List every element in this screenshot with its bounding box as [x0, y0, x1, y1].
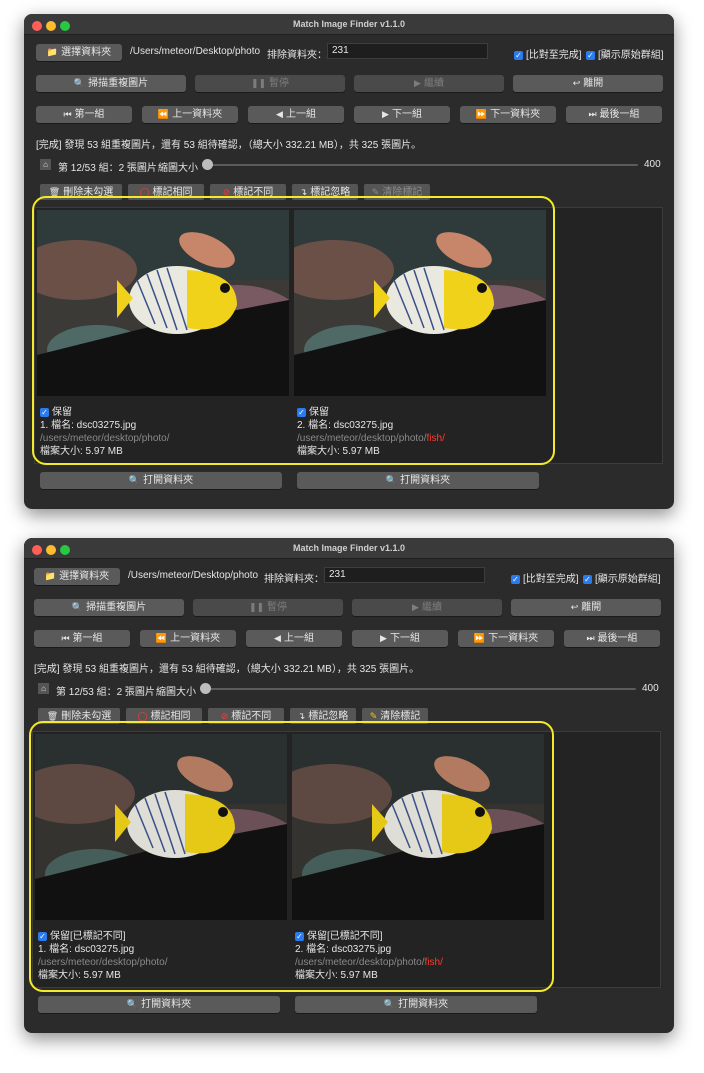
folder-icon: 📁 — [46, 47, 59, 57]
checkmark-icon: ✓ — [514, 50, 523, 60]
zoom-value: 400 — [644, 159, 661, 170]
skip-first-icon: ⏮ — [63, 109, 72, 119]
prev-group-button[interactable]: ◀ 上一組 — [246, 630, 342, 647]
zoom-window-button[interactable] — [60, 545, 70, 555]
choose-folder-button[interactable]: 📁 選擇資料夾 — [34, 568, 120, 585]
highlight-frame-bottom — [29, 721, 554, 992]
group-info: 第 12/53 組：2 張圖片 — [56, 687, 155, 698]
eraser-icon: ✎ — [369, 711, 378, 721]
circle-icon: ◯ — [137, 711, 148, 721]
next-icon: ▶ — [380, 633, 387, 643]
title-bar: Match Image Finder v1.1.0 — [24, 538, 674, 559]
fast-forward-icon: ⏩ — [473, 633, 486, 643]
checkmark-icon: ✓ — [511, 574, 520, 584]
window-controls — [32, 19, 74, 39]
window-title: Match Image Finder v1.1.0 — [292, 19, 406, 29]
group-info: 第 12/53 組：2 張圖片 — [58, 163, 157, 174]
resume-button[interactable]: ▶ 繼續 — [354, 75, 504, 92]
play-icon: ▶ — [414, 78, 421, 88]
magnifier-icon: 🔍 — [383, 999, 396, 1009]
open-folder-button-2[interactable]: 🔍 打開資料夾 — [297, 472, 539, 489]
title-bar: Match Image Finder v1.1.0 — [24, 14, 674, 35]
scan-button[interactable]: 🔍 掃描重複圖片 — [36, 75, 186, 92]
show-original-checkbox[interactable]: ✓ [顯示原始群組] — [586, 46, 664, 61]
prev-group-button[interactable]: ◀ 上一組 — [248, 106, 344, 123]
next-folder-button[interactable]: ⏩ 下一資料夾 — [458, 630, 554, 647]
prev-folder-button[interactable]: ⏪ 上一資料夾 — [142, 106, 238, 123]
folder-path: /Users/meteor/Desktop/photo — [128, 570, 259, 581]
magnifier-icon: 🔍 — [73, 78, 86, 88]
minimize-window-button[interactable] — [46, 545, 56, 555]
exclude-label: 排除資料夾： — [264, 574, 324, 585]
play-icon: ▶ — [412, 602, 419, 612]
zoom-label: 縮圖大小 — [158, 163, 198, 174]
folder-path: /Users/meteor/Desktop/photo — [130, 46, 261, 57]
exit-icon: ↩ — [570, 602, 579, 612]
trash-icon: 🗑 — [46, 711, 59, 721]
prev-folder-button[interactable]: ⏪ 上一資料夾 — [140, 630, 236, 647]
prev-icon: ◀ — [276, 109, 283, 119]
compare-done-checkbox[interactable]: ✓ [比對至完成] — [514, 46, 582, 61]
close-window-button[interactable] — [32, 21, 42, 31]
folder-icon: 📁 — [44, 571, 57, 581]
choose-folder-button[interactable]: 📁 選擇資料夾 — [36, 44, 122, 61]
rewind-icon: ⏪ — [155, 633, 168, 643]
open-folder-button-1[interactable]: 🔍 打開資料夾 — [38, 996, 280, 1013]
magnifier-icon: 🔍 — [128, 475, 141, 485]
prev-icon: ◀ — [274, 633, 281, 643]
skip-last-icon: ⏭ — [588, 109, 597, 119]
home-icon[interactable]: ⌂ — [38, 683, 49, 694]
zoom-slider-knob[interactable] — [202, 159, 213, 170]
pause-button[interactable]: ❚❚ 暫停 — [193, 599, 343, 616]
exclude-folder-input[interactable]: 231 — [327, 43, 488, 59]
window-controls — [32, 543, 74, 563]
prohibited-icon: ⊘ — [220, 711, 229, 721]
rewind-icon: ⏪ — [157, 109, 170, 119]
next-icon: ▶ — [382, 109, 389, 119]
first-group-button[interactable]: ⏮ 第一組 — [36, 106, 132, 123]
skip-first-icon: ⏮ — [61, 633, 70, 643]
magnifier-icon: 🔍 — [71, 602, 84, 612]
checkmark-icon: ✓ — [583, 574, 592, 584]
zoom-value: 400 — [642, 683, 659, 694]
zoom-slider[interactable] — [202, 688, 636, 690]
first-group-button[interactable]: ⏮ 第一組 — [34, 630, 130, 647]
status-text: [完成] 發現 53 組重複圖片，還有 53 組待確認，（總大小 332.21 … — [34, 664, 420, 675]
magnifier-icon: 🔍 — [385, 475, 398, 485]
open-folder-button-1[interactable]: 🔍 打開資料夾 — [40, 472, 282, 489]
last-group-button[interactable]: ⏭ 最後一組 — [566, 106, 662, 123]
zoom-label: 縮圖大小 — [156, 687, 196, 698]
scan-button[interactable]: 🔍 掃描重複圖片 — [34, 599, 184, 616]
exclude-folder-input[interactable]: 231 — [324, 567, 485, 583]
magnifier-icon: 🔍 — [126, 999, 139, 1009]
next-group-button[interactable]: ▶ 下一組 — [352, 630, 448, 647]
leave-button[interactable]: ↩ 離開 — [511, 599, 661, 616]
zoom-slider[interactable] — [204, 164, 638, 166]
minimize-window-button[interactable] — [46, 21, 56, 31]
last-group-button[interactable]: ⏭ 最後一組 — [564, 630, 660, 647]
pause-icon: ❚❚ — [248, 602, 265, 612]
close-window-button[interactable] — [32, 545, 42, 555]
skip-last-icon: ⏭ — [586, 633, 595, 643]
exit-icon: ↩ — [572, 78, 581, 88]
zoom-window-button[interactable] — [60, 21, 70, 31]
checkmark-icon: ✓ — [586, 50, 595, 60]
compare-done-checkbox[interactable]: ✓ [比對至完成] — [511, 570, 579, 585]
exclude-label: 排除資料夾： — [267, 50, 327, 61]
fast-forward-icon: ⏩ — [475, 109, 488, 119]
pause-button[interactable]: ❚❚ 暫停 — [195, 75, 345, 92]
redirect-icon: ↴ — [297, 711, 306, 721]
highlight-frame-top — [32, 196, 555, 465]
status-text: [完成] 發現 53 組重複圖片，還有 53 組待確認，（總大小 332.21 … — [36, 140, 422, 151]
pause-icon: ❚❚ — [250, 78, 267, 88]
next-folder-button[interactable]: ⏩ 下一資料夾 — [460, 106, 556, 123]
next-group-button[interactable]: ▶ 下一組 — [354, 106, 450, 123]
show-original-checkbox[interactable]: ✓ [顯示原始群組] — [583, 570, 661, 585]
zoom-slider-knob[interactable] — [200, 683, 211, 694]
open-folder-button-2[interactable]: 🔍 打開資料夾 — [295, 996, 537, 1013]
home-icon[interactable]: ⌂ — [40, 159, 51, 170]
resume-button[interactable]: ▶ 繼續 — [352, 599, 502, 616]
leave-button[interactable]: ↩ 離開 — [513, 75, 663, 92]
window-title: Match Image Finder v1.1.0 — [292, 543, 406, 553]
